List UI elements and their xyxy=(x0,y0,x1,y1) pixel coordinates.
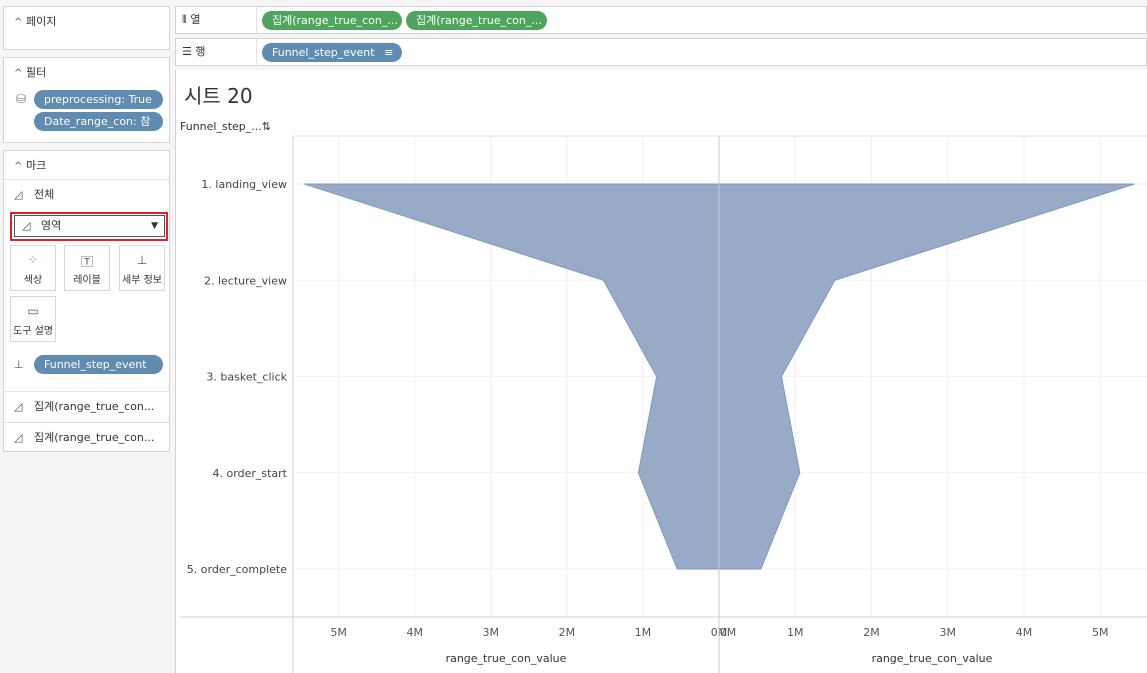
left-tick-label: 1M xyxy=(635,626,652,639)
columns-shelf[interactable]: ⦀ 열 집계(range_true_con_... 집계(range_true_… xyxy=(175,6,1147,34)
category-label: 3. basket_click xyxy=(206,371,287,384)
area-chart-icon: ◿ xyxy=(14,188,23,201)
filters-title[interactable]: ^ 필터 xyxy=(14,64,46,80)
rows-shelf[interactable]: ☰ 행 Funnel_step_event ≡ xyxy=(175,38,1147,66)
hierarchy-icon: ⊥ xyxy=(136,253,148,267)
sort-icon[interactable]: ≡ xyxy=(384,46,393,59)
left-tick-label: 2M xyxy=(559,626,576,639)
collapse-icon[interactable]: ^ xyxy=(14,68,26,79)
right-tick-label: 0M xyxy=(720,626,737,639)
column-pill-1[interactable]: 집계(range_true_con_... xyxy=(262,11,402,30)
area-chart-icon: ◿ xyxy=(14,431,23,444)
marks-all-row[interactable]: ◿ 전체 xyxy=(4,179,169,209)
right-tick-label: 5M xyxy=(1092,626,1109,639)
marks-title[interactable]: ^ 마크 xyxy=(14,157,46,173)
category-label: 4. order_start xyxy=(213,467,288,480)
label-button[interactable]: 🅃 레이블 xyxy=(64,245,110,291)
pages-title[interactable]: ^ 페이지 xyxy=(14,13,56,29)
right-axis-title: range_true_con_value xyxy=(872,652,993,665)
category-label: 5. order_complete xyxy=(187,563,287,576)
filter-pill-date-range[interactable]: Date_range_con: 참 xyxy=(34,112,163,131)
left-tick-label: 5M xyxy=(330,626,347,639)
dropdown-arrow-icon: ▼ xyxy=(151,221,158,231)
row-pill-funnel-step[interactable]: Funnel_step_event ≡ xyxy=(262,43,402,62)
pages-card: ^ 페이지 xyxy=(3,6,170,50)
area-chart-icon: ◿ xyxy=(14,400,23,413)
right-tick-label: 1M xyxy=(787,626,804,639)
category-label: 2. lecture_view xyxy=(204,274,287,287)
left-tick-label: 4M xyxy=(406,626,423,639)
speech-bubble-icon: ▭ xyxy=(27,304,39,318)
marks-card: ^ 마크 ◿ 전체 ◿ 영역 ▼ ⁘ 색상 🅃 레이블 ⊥ 세부 정보 ▭ 도구 설명 ⊥ … xyxy=(3,150,170,452)
color-button[interactable]: ⁘ 색상 xyxy=(10,245,56,291)
detail-button[interactable]: ⊥ 세부 정보 xyxy=(119,245,165,291)
text-icon: 🅃 xyxy=(80,255,93,269)
measure-row-2[interactable]: ◿ 집계(range_true_con... xyxy=(4,422,169,452)
category-label: 1. landing_view xyxy=(201,178,287,191)
detail-pill-funnel-step[interactable]: Funnel_step_event xyxy=(34,355,163,374)
column-pill-2[interactable]: 집계(range_true_con_... xyxy=(406,11,547,30)
filter-pill-preprocessing[interactable]: preprocessing: True xyxy=(34,90,163,109)
filters-card: ^ 필터 ⛁ preprocessing: True Date_range_con… xyxy=(3,57,170,143)
area-chart-icon: ◿ xyxy=(22,219,31,232)
funnel-chart: 5M 4M 3M 2M 1M 0M0M 1M 2M 3M 4M 5M1. landing_view2… xyxy=(180,135,1147,673)
right-tick-label: 3M xyxy=(940,626,957,639)
shelf-divider xyxy=(256,7,257,33)
columns-shelf-label: ⦀ 열 xyxy=(182,13,201,26)
color-dots-icon: ⁘ xyxy=(27,253,39,267)
rows-shelf-label: ☰ 행 xyxy=(182,45,206,58)
columns-icon: ⦀ xyxy=(182,13,187,26)
collapse-icon[interactable]: ^ xyxy=(14,161,26,172)
rows-icon: ☰ xyxy=(182,45,192,58)
right-tick-label: 2M xyxy=(863,626,880,639)
measure-row-1[interactable]: ◿ 집계(range_true_con... xyxy=(4,391,169,421)
worksheet-view: 시트 20 Funnel_step_...⇅ 5M 4M 3M 2M 1M 0M 0M 1M 2… xyxy=(175,70,1147,673)
database-icon: ⛁ xyxy=(16,92,27,106)
hierarchy-icon: ⊥ xyxy=(14,358,24,371)
right-tick-label: 4M xyxy=(1016,626,1033,639)
left-axis-title: range_true_con_value xyxy=(446,652,567,665)
left-tick-label: 3M xyxy=(483,626,500,639)
collapse-icon[interactable]: ^ xyxy=(14,17,26,28)
shelf-divider xyxy=(256,39,257,65)
tooltip-button[interactable]: ▭ 도구 설명 xyxy=(10,296,56,342)
left-panel: ^ 페이지 ^ 필터 ⛁ preprocessing: True Date_rang… xyxy=(0,0,172,673)
mark-type-dropdown[interactable]: ◿ 영역 ▼ xyxy=(14,215,165,237)
